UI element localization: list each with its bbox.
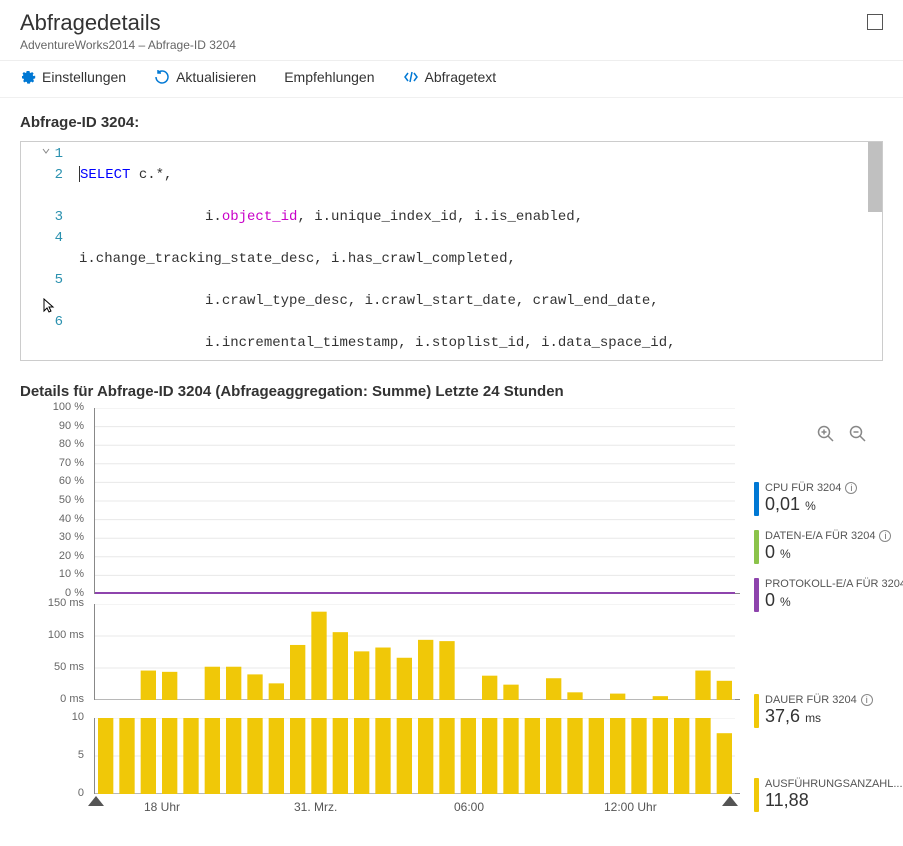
legend-label: AUSFÜHRUNGSANZAHL...	[765, 778, 903, 790]
legend-value: 0	[765, 590, 775, 610]
legend-swatch	[754, 778, 759, 812]
plots: 100 %90 %80 %70 %60 %50 %40 %30 %20 %10 …	[20, 408, 740, 826]
settings-button[interactable]: Einstellungen	[20, 69, 126, 85]
info-icon[interactable]: i	[845, 482, 857, 494]
querytext-button[interactable]: Abfragetext	[403, 69, 497, 85]
percent-chart[interactable]: 100 %90 %80 %70 %60 %50 %40 %30 %20 %10 …	[20, 408, 740, 598]
legend-label: PROTOKOLL-E/A FÜR 3204	[765, 578, 903, 590]
query-heading: Abfrage-ID 3204:	[20, 114, 883, 131]
percent-plot	[95, 408, 740, 594]
legend-swatch	[754, 482, 759, 516]
range-handle-left[interactable]	[88, 796, 104, 806]
refresh-icon	[154, 69, 170, 85]
legend-log-io[interactable]: PROTOKOLL-E/A FÜR 3204i 0 %	[754, 578, 903, 612]
code-body: SELECT c.*, i.object_id, i.unique_index_…	[73, 142, 882, 361]
range-handle-right[interactable]	[722, 796, 738, 806]
legend-label: DATEN-E/A FÜR 3204	[765, 530, 875, 542]
exec-plot	[95, 718, 735, 794]
legend-unit: %	[780, 547, 791, 561]
legend-swatch	[754, 694, 759, 728]
legend-value: 0,01	[765, 494, 800, 514]
maximize-icon[interactable]	[867, 14, 883, 30]
scrollbar[interactable]	[868, 142, 882, 212]
code-editor[interactable]: 1 2 3 4 5 6 SELECT c.*, i.object_id, i.u…	[20, 141, 883, 361]
refresh-label: Aktualisieren	[176, 69, 256, 85]
recommendations-label: Empfehlungen	[284, 69, 374, 85]
legend-data-io[interactable]: DATEN-E/A FÜR 3204 i 0 %	[754, 530, 903, 564]
info-icon[interactable]: i	[861, 694, 873, 706]
recommendations-button[interactable]: Empfehlungen	[284, 69, 374, 85]
xtick: 12:00 Uhr	[604, 800, 657, 814]
legend-exec[interactable]: AUSFÜHRUNGSANZAHL...i 11,88	[754, 778, 903, 812]
legend-unit: ms	[805, 711, 821, 725]
settings-label: Einstellungen	[42, 69, 126, 85]
duration-chart[interactable]: 150 ms100 ms50 ms0 ms	[20, 604, 740, 704]
line-gutter: 1 2 3 4 5 6	[21, 142, 71, 354]
xtick: 31. Mrz.	[294, 800, 337, 814]
duration-plot	[95, 604, 735, 700]
fold-icon[interactable]	[41, 146, 51, 156]
chart-section: Details für Abfrage-ID 3204 (Abfrageaggr…	[0, 383, 903, 836]
chart-heading: Details für Abfrage-ID 3204 (Abfrageaggr…	[20, 383, 883, 400]
legend-swatch	[754, 578, 759, 612]
legend-duration[interactable]: DAUER FÜR 3204 i 37,6 ms	[754, 694, 903, 728]
legend-cpu[interactable]: CPU FÜR 3204 i 0,01 %	[754, 482, 903, 516]
xtick: 06:00	[454, 800, 484, 814]
legend-value: 11,88	[765, 790, 809, 810]
zoom-out-icon[interactable]	[849, 425, 867, 443]
exec-chart[interactable]: 1050	[20, 718, 740, 798]
legend-label: CPU FÜR 3204	[765, 482, 841, 494]
gear-icon	[20, 69, 36, 85]
legend-unit: %	[805, 499, 816, 513]
xtick: 18 Uhr	[144, 800, 180, 814]
code-icon	[403, 69, 419, 85]
legend-value: 0	[765, 542, 775, 562]
header: Abfragedetails AdventureWorks2014 – Abfr…	[0, 0, 903, 61]
legend-swatch	[754, 530, 759, 564]
page-title: Abfragedetails	[20, 10, 883, 36]
legend-label: DAUER FÜR 3204	[765, 694, 857, 706]
page-subtitle: AdventureWorks2014 – Abfrage-ID 3204	[20, 38, 883, 52]
legend: CPU FÜR 3204 i 0,01 % DATEN-E/A FÜR 3204 i…	[740, 408, 903, 826]
info-icon[interactable]: i	[879, 530, 891, 542]
chart-tools	[817, 425, 867, 443]
legend-unit: %	[780, 595, 791, 609]
query-section: Abfrage-ID 3204: 1 2 3 4 5 6 SELECT c.*,…	[0, 98, 903, 371]
xaxis: 18 Uhr 31. Mrz. 06:00 12:00 Uhr	[94, 798, 740, 820]
refresh-button[interactable]: Aktualisieren	[154, 69, 256, 85]
querytext-label: Abfragetext	[425, 69, 497, 85]
zoom-in-icon[interactable]	[817, 425, 835, 443]
legend-value: 37,6	[765, 706, 800, 726]
toolbar: Einstellungen Aktualisieren Empfehlungen…	[0, 61, 903, 98]
